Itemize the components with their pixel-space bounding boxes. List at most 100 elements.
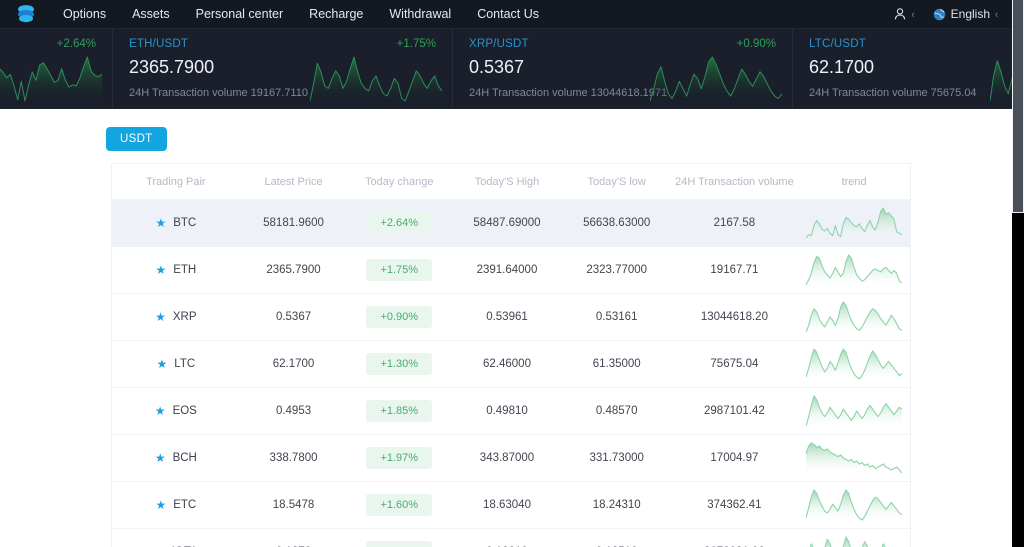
user-icon bbox=[894, 8, 905, 20]
ticker-card-eth[interactable]: ETH/USDT +1.75% 2365.7900 24H Transactio… bbox=[113, 29, 453, 109]
tab-usdt[interactable]: USDT bbox=[106, 127, 167, 151]
table-row[interactable]: ★ ETH 2365.7900 +1.75% 2391.64000 2323.77000 1… bbox=[112, 246, 910, 294]
ticker-change: +2.64% bbox=[56, 38, 96, 50]
market-tabs: USDT bbox=[0, 109, 1012, 151]
page-scrollbar[interactable] bbox=[1012, 0, 1024, 547]
star-icon[interactable]: ★ bbox=[155, 311, 166, 323]
table-row[interactable]: ★ EOS 0.4953 +1.85% 0.49810 0.48570 2987101.42 bbox=[112, 387, 910, 435]
row-sparkline bbox=[798, 441, 910, 475]
ticker-change: +1.75% bbox=[396, 38, 436, 50]
cell-todays-high: 0.49810 bbox=[451, 387, 563, 435]
star-icon[interactable]: ★ bbox=[157, 358, 168, 370]
change-badge: +1.60% bbox=[366, 494, 433, 516]
change-badge: +1.75% bbox=[366, 259, 433, 281]
brand-logo[interactable] bbox=[6, 0, 46, 29]
cell-today-change: +1.44% bbox=[347, 528, 452, 547]
row-sparkline bbox=[798, 253, 910, 287]
change-badge: +1.30% bbox=[366, 353, 433, 375]
nav-link-personal-center[interactable]: Personal center bbox=[183, 0, 297, 29]
ticker-pair: XRP/USDT bbox=[469, 38, 529, 50]
cell-trend bbox=[798, 528, 910, 547]
cell-trend bbox=[798, 246, 910, 294]
nav-link-recharge[interactable]: Recharge bbox=[296, 0, 376, 29]
cell-todays-low: 56638.63000 bbox=[562, 199, 671, 247]
row-sparkline bbox=[798, 347, 910, 381]
cell-trading-pair: ★ BTC bbox=[112, 199, 240, 247]
ticker-volume: 24H Transaction volume 75675.04 bbox=[809, 87, 977, 99]
cell-latest-price: 0.4953 bbox=[239, 387, 348, 435]
cell-latest-price: 62.1700 bbox=[239, 340, 348, 388]
cell-trading-pair: ★ EOS bbox=[112, 387, 240, 435]
scrollbar-thumb[interactable] bbox=[1013, 0, 1023, 212]
col-header-24h-volume[interactable]: 24H Transaction volume bbox=[670, 164, 799, 200]
market-table-body: ★ BTC 58181.9600 +2.64% 58487.69000 56638.630… bbox=[112, 199, 910, 547]
cell-trading-pair: ★ LTC bbox=[112, 340, 240, 388]
cell-trading-pair: ★ ETH bbox=[112, 246, 240, 294]
col-header-today-change[interactable]: Today change bbox=[347, 164, 452, 200]
market-table: Trading Pair Latest Price Today change T… bbox=[112, 164, 910, 547]
star-icon[interactable]: ★ bbox=[155, 452, 166, 464]
ticker-price: 62.1700 bbox=[809, 57, 875, 77]
cell-today-change: +1.30% bbox=[347, 340, 452, 388]
cell-24h-volume: 2167.58 bbox=[670, 199, 799, 247]
cell-24h-volume: 13044618.20 bbox=[670, 293, 799, 341]
app-root: Options Assets Personal center Recharge … bbox=[0, 0, 1024, 547]
star-icon[interactable]: ★ bbox=[155, 264, 166, 276]
cell-today-change: +1.97% bbox=[347, 434, 452, 482]
star-icon[interactable]: ★ bbox=[155, 499, 166, 511]
star-icon[interactable]: ★ bbox=[155, 405, 166, 417]
cell-todays-low: 331.73000 bbox=[562, 434, 671, 482]
cell-latest-price: 0.1272 bbox=[239, 528, 348, 547]
cell-today-change: +2.64% bbox=[347, 199, 452, 247]
col-header-trend: trend bbox=[798, 164, 910, 200]
cell-trading-pair: ★IOTA bbox=[112, 528, 240, 547]
ticker-card-ltc[interactable]: LTC/USDT +1.30% 62.1700 24H Transaction … bbox=[793, 29, 1012, 109]
cell-latest-price: 2365.7900 bbox=[239, 246, 348, 294]
nav-link-options[interactable]: Options bbox=[50, 0, 119, 29]
table-row[interactable]: ★ BTC 58181.9600 +2.64% 58487.69000 56638.630… bbox=[112, 199, 910, 247]
col-header-trading-pair[interactable]: Trading Pair bbox=[112, 164, 240, 200]
ticker-change: +0.90% bbox=[736, 38, 776, 50]
symbol-label: XRP bbox=[172, 311, 197, 323]
symbol-label: LTC bbox=[174, 358, 196, 370]
cell-today-change: +1.75% bbox=[347, 246, 452, 294]
cell-todays-low: 2323.77000 bbox=[562, 246, 671, 294]
cell-latest-price: 338.7800 bbox=[239, 434, 348, 482]
language-chevron-icon: ‹ bbox=[995, 7, 998, 21]
row-sparkline bbox=[798, 488, 910, 522]
table-row[interactable]: ★ BCH 338.7800 +1.97% 343.87000 331.73000 1700… bbox=[112, 434, 910, 482]
cell-trading-pair: ★ XRP bbox=[112, 293, 240, 341]
language-selector[interactable]: English ‹ bbox=[933, 7, 998, 21]
table-row[interactable]: ★ XRP 0.5367 +0.90% 0.53961 0.53161 13044618.2… bbox=[112, 293, 910, 341]
cell-todays-high: 18.63040 bbox=[451, 481, 563, 529]
col-header-todays-low[interactable]: Today'S low bbox=[562, 164, 671, 200]
cell-24h-volume: 3678031.02 bbox=[670, 528, 799, 547]
cell-todays-low: 18.24310 bbox=[562, 481, 671, 529]
table-row[interactable]: ★ LTC 62.1700 +1.30% 62.46000 61.35000 75675.0… bbox=[112, 340, 910, 388]
ticker-strip: BTC/USDT +2.64% 58181.9600 24H Transacti… bbox=[0, 29, 1012, 109]
layers-logo-icon bbox=[18, 5, 34, 23]
cell-trend bbox=[798, 481, 910, 529]
nav-link-contact-us[interactable]: Contact Us bbox=[464, 0, 552, 29]
cell-trading-pair: ★ ETC bbox=[112, 481, 240, 529]
col-header-latest-price[interactable]: Latest Price bbox=[239, 164, 348, 200]
star-icon[interactable]: ★ bbox=[155, 217, 166, 229]
table-row[interactable]: ★IOTA0.1272 +1.44% 0.128100.125103678031.0… bbox=[112, 528, 910, 547]
table-header-row: Trading Pair Latest Price Today change T… bbox=[112, 164, 910, 200]
cell-todays-low: 0.12510 bbox=[562, 528, 671, 547]
cell-todays-high: 343.87000 bbox=[451, 434, 563, 482]
change-badge: +2.64% bbox=[366, 212, 433, 234]
row-sparkline bbox=[798, 394, 910, 428]
cell-24h-volume: 75675.04 bbox=[670, 340, 799, 388]
ticker-card-btc[interactable]: BTC/USDT +2.64% 58181.9600 24H Transacti… bbox=[0, 29, 113, 109]
ticker-card-xrp[interactable]: XRP/USDT +0.90% 0.5367 24H Transaction v… bbox=[453, 29, 793, 109]
col-header-todays-high[interactable]: Today'S High bbox=[451, 164, 563, 200]
nav-link-withdrawal[interactable]: Withdrawal bbox=[376, 0, 464, 29]
cell-todays-high: 0.12810 bbox=[451, 528, 563, 547]
account-menu[interactable]: ‹ bbox=[893, 7, 915, 21]
change-badge: +1.97% bbox=[366, 447, 433, 469]
change-badge: +1.44% bbox=[366, 541, 433, 547]
nav-link-assets[interactable]: Assets bbox=[119, 0, 183, 29]
table-row[interactable]: ★ ETC 18.5478 +1.60% 18.63040 18.24310 374362.… bbox=[112, 481, 910, 529]
account-chevron-icon: ‹ bbox=[911, 7, 915, 21]
